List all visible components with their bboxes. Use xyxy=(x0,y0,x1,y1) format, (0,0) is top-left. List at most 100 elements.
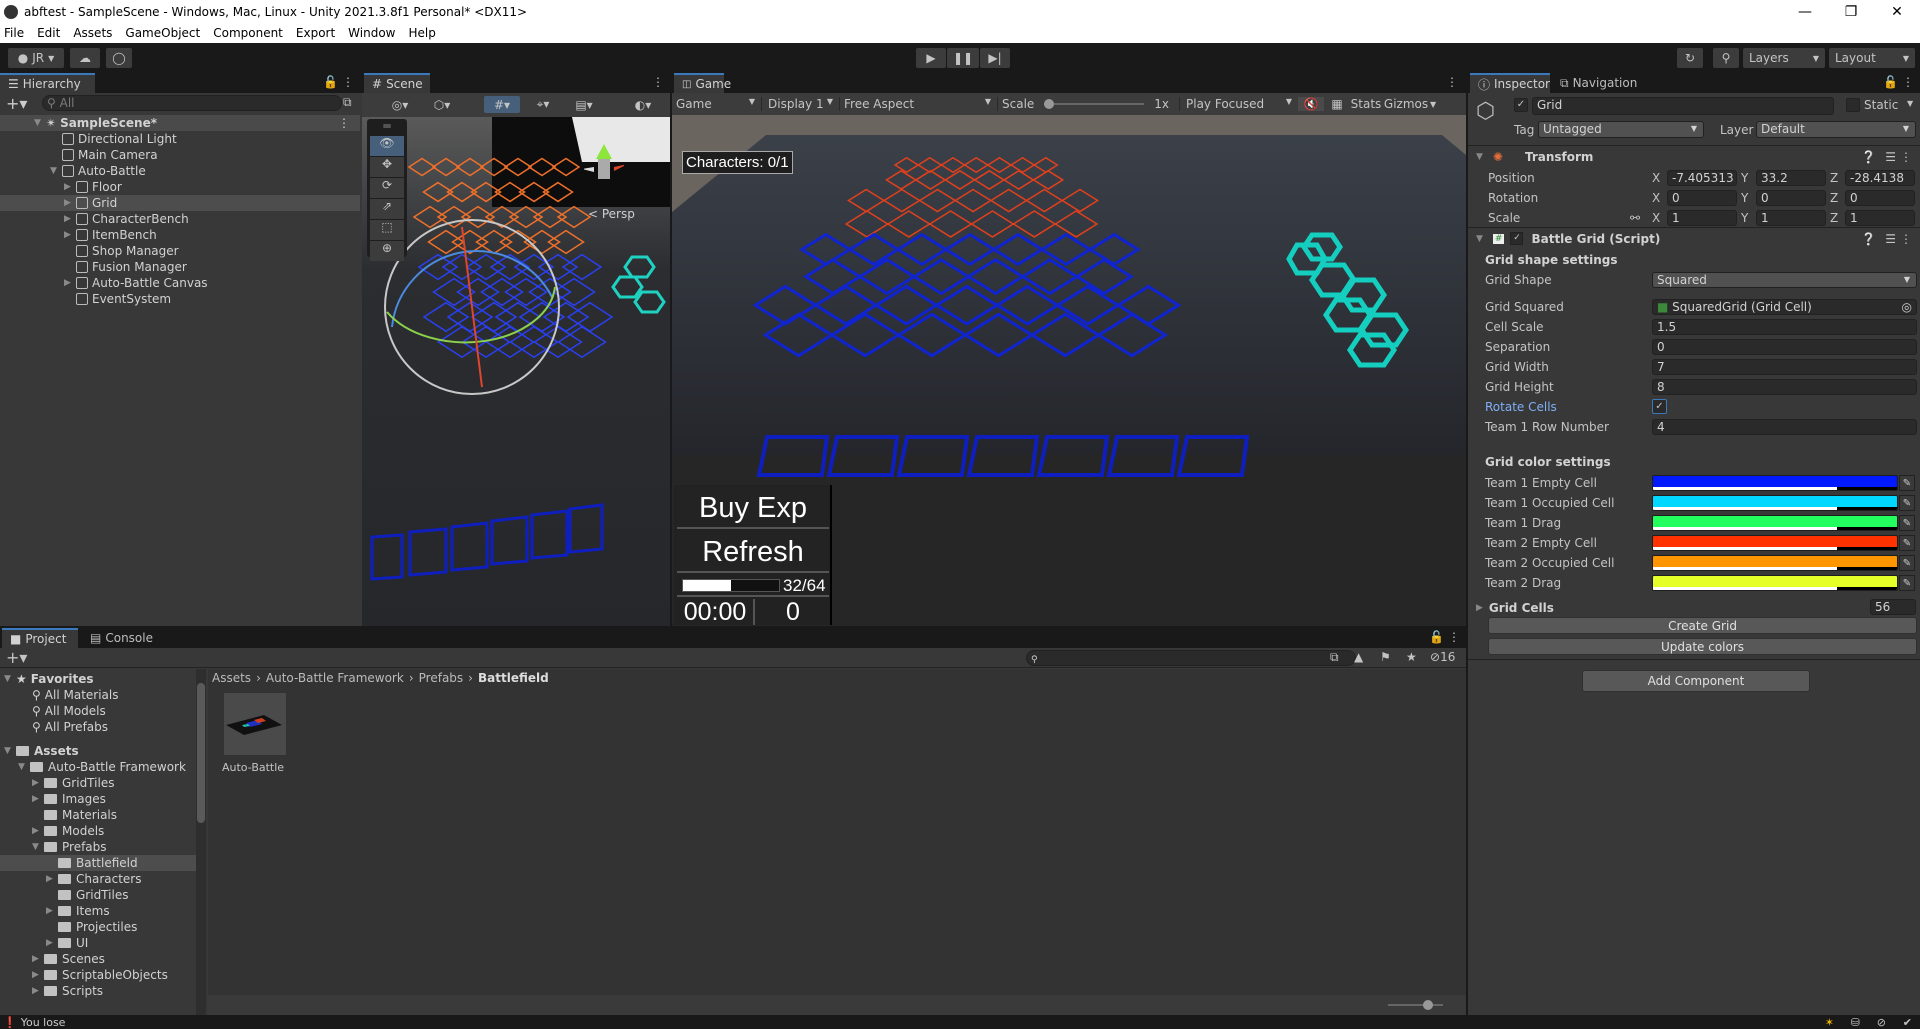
color-swatch[interactable] xyxy=(1652,555,1898,571)
grid-squared-object-field[interactable]: ■ SquaredGrid (Grid Cell) ◎ xyxy=(1652,299,1917,315)
grid-toggle[interactable]: #▾ xyxy=(484,96,520,113)
hierarchy-item[interactable]: ▶ Auto-Battle Canvas xyxy=(0,275,360,291)
hierarchy-item[interactable]: ▶ ItemBench xyxy=(0,227,360,243)
expand-arrow-icon[interactable]: ▶ xyxy=(64,214,76,224)
expand-arrow-icon[interactable]: ▼ xyxy=(18,762,30,772)
project-search-input[interactable]: ⚲ xyxy=(1026,650,1356,666)
project-folder-item[interactable]: Projectiles xyxy=(0,919,196,935)
breadcrumb-assets[interactable]: Assets xyxy=(212,671,251,685)
project-folder-item[interactable]: ▶ ScriptableObjects xyxy=(0,967,196,983)
grid-cells-foldout[interactable]: ▶ Grid Cells xyxy=(1476,601,1554,615)
add-component-button[interactable]: Add Component xyxy=(1582,670,1810,692)
account-dropdown[interactable]: ● JR ▼ xyxy=(8,48,64,68)
project-folder-item[interactable]: ▶ Images xyxy=(0,791,196,807)
project-folder-item[interactable]: ▶ Models xyxy=(0,823,196,839)
transform-scale-z-field[interactable]: 1 xyxy=(1845,210,1915,226)
axis-label-z[interactable]: Z xyxy=(1830,191,1838,205)
favorite-all-models[interactable]: ⚲ All Models xyxy=(32,703,106,719)
mute-audio-button[interactable]: 🔇 xyxy=(1298,97,1324,111)
menu-file[interactable]: File xyxy=(4,26,24,40)
static-checkbox[interactable] xyxy=(1846,98,1860,112)
battle-grid-header[interactable]: ▼ # ✓ Battle Grid (Script) ❔ ☰ ⋮ xyxy=(1468,227,1920,249)
project-folder-item[interactable]: ▶ GridTiles xyxy=(0,775,196,791)
color-swatch[interactable] xyxy=(1652,475,1898,491)
stats-button[interactable]: Stats xyxy=(1350,97,1382,111)
presets-icon[interactable]: ☰ xyxy=(1885,150,1896,164)
transform-position-y-field[interactable]: 33.2 xyxy=(1756,170,1826,186)
buy-exp-button[interactable]: Buy Exp xyxy=(677,487,829,529)
axis-label-x[interactable]: X xyxy=(1652,171,1660,185)
eyedropper-icon[interactable]: ✎ xyxy=(1899,535,1915,551)
axis-label-z[interactable]: Z xyxy=(1830,211,1838,225)
refresh-button[interactable]: Refresh xyxy=(677,531,829,573)
transform-rotation-x-field[interactable]: 0 xyxy=(1667,190,1737,206)
search-button[interactable]: ⚲ xyxy=(1713,48,1739,68)
eyedropper-icon[interactable]: ✎ xyxy=(1899,515,1915,531)
render-dropdown[interactable]: ⬡▾ xyxy=(424,96,460,113)
aspect-dropdown[interactable]: Free Aspect ▼ xyxy=(840,97,998,111)
color-swatch[interactable] xyxy=(1652,575,1898,591)
expand-arrow-icon[interactable]: ▼ xyxy=(4,746,16,756)
hierarchy-item[interactable]: ▶ CharacterBench xyxy=(0,211,360,227)
status-message[interactable]: You lose xyxy=(21,1016,66,1029)
active-checkbox[interactable]: ✓ xyxy=(1514,98,1528,112)
axis-label-y[interactable]: Y xyxy=(1741,211,1748,225)
icon-size-slider[interactable] xyxy=(1388,1004,1443,1006)
axis-label-y[interactable]: Y xyxy=(1741,171,1748,185)
script-enabled-checkbox[interactable]: ✓ xyxy=(1510,232,1524,245)
lock-icon[interactable]: 🔓 xyxy=(1883,75,1898,89)
gizmos-button[interactable]: Gizmos xyxy=(1382,97,1430,111)
scene-orientation-gizmo[interactable] xyxy=(582,139,628,189)
eyedropper-icon[interactable]: ✎ xyxy=(1899,575,1915,591)
create-button[interactable]: +▾ xyxy=(6,94,27,113)
help-icon[interactable]: ❔ xyxy=(1861,232,1876,246)
tab-hierarchy[interactable]: ☰ Hierarchy xyxy=(0,73,95,93)
tab-inspector[interactable]: ⓘ Inspector xyxy=(1470,73,1550,93)
asset-label[interactable]: Auto-Battle xyxy=(222,761,284,774)
filter-by-label-icon[interactable]: ⚑ xyxy=(1380,650,1391,664)
pause-button[interactable]: ❚❚ xyxy=(947,48,979,68)
project-folder-item[interactable]: Materials xyxy=(0,807,196,823)
expand-arrow-icon[interactable]: ▶ xyxy=(32,826,44,836)
expand-arrow-icon[interactable]: ▼ xyxy=(4,674,16,684)
rotate-tool-button[interactable]: ⟳ xyxy=(370,178,404,198)
project-folder-item[interactable]: ▶ Items xyxy=(0,903,196,919)
rotate-cells-checkbox[interactable]: ✓ xyxy=(1652,399,1667,414)
expand-arrow-icon[interactable]: ▶ xyxy=(46,938,58,948)
create-grid-button[interactable]: Create Grid xyxy=(1488,617,1917,634)
cache-server-icon[interactable]: ⛁ xyxy=(1851,1016,1860,1029)
grid-width-field[interactable]: 7 xyxy=(1652,359,1917,375)
project-folder-item[interactable]: ▼ Auto-Battle Framework xyxy=(0,759,196,775)
expand-arrow-icon[interactable]: ▼ xyxy=(34,118,46,128)
project-folder-item[interactable]: GridTiles xyxy=(0,887,196,903)
expand-arrow-icon[interactable]: ▼ xyxy=(50,166,62,176)
hierarchy-item[interactable]: ▼ Auto-Battle xyxy=(0,163,360,179)
foldout-arrow-icon[interactable]: ▼ xyxy=(1476,234,1483,244)
more-menu-icon[interactable]: ⋮ xyxy=(1446,75,1458,89)
grid-cells-count[interactable]: 56 xyxy=(1870,599,1916,615)
axis-label-x[interactable]: X xyxy=(1652,211,1660,225)
debug-mode-icon[interactable]: ✶ xyxy=(1825,1016,1834,1029)
lock-icon[interactable]: 🔓 xyxy=(323,75,338,89)
menu-component[interactable]: Component xyxy=(213,26,283,40)
expand-arrow-icon[interactable]: ▶ xyxy=(64,230,76,240)
hierarchy-item[interactable]: ▶ Grid xyxy=(0,195,360,211)
maximize-button[interactable]: ❐ xyxy=(1828,0,1874,23)
project-folder-item[interactable]: ▼ Prefabs xyxy=(0,839,196,855)
tab-console[interactable]: ▤ Console xyxy=(82,628,162,648)
expand-arrow-icon[interactable]: ▶ xyxy=(64,278,76,288)
grid-shape-dropdown[interactable]: Squared ▼ xyxy=(1652,272,1917,288)
grid-height-field[interactable]: 8 xyxy=(1652,379,1917,395)
transform-position-x-field[interactable]: -7.405313 xyxy=(1667,170,1737,186)
game-viewport[interactable]: Characters: 0/1 Buy Exp Refresh 32/64 00… xyxy=(672,115,1466,626)
object-name-input[interactable]: Grid xyxy=(1532,97,1834,115)
eyedropper-icon[interactable]: ✎ xyxy=(1899,475,1915,491)
expand-arrow-icon[interactable]: ▶ xyxy=(32,970,44,980)
menu-export[interactable]: Export xyxy=(296,26,335,40)
breadcrumb-battlefield[interactable]: Battlefield xyxy=(478,671,549,685)
breadcrumb-auto-battle-framework[interactable]: Auto-Battle Framework xyxy=(266,671,404,685)
expand-arrow-icon[interactable]: ▶ xyxy=(46,874,58,884)
expand-arrow-icon[interactable]: ▶ xyxy=(32,778,44,788)
eyedropper-icon[interactable]: ✎ xyxy=(1899,555,1915,571)
expand-icon[interactable]: ⧉ xyxy=(343,95,352,110)
